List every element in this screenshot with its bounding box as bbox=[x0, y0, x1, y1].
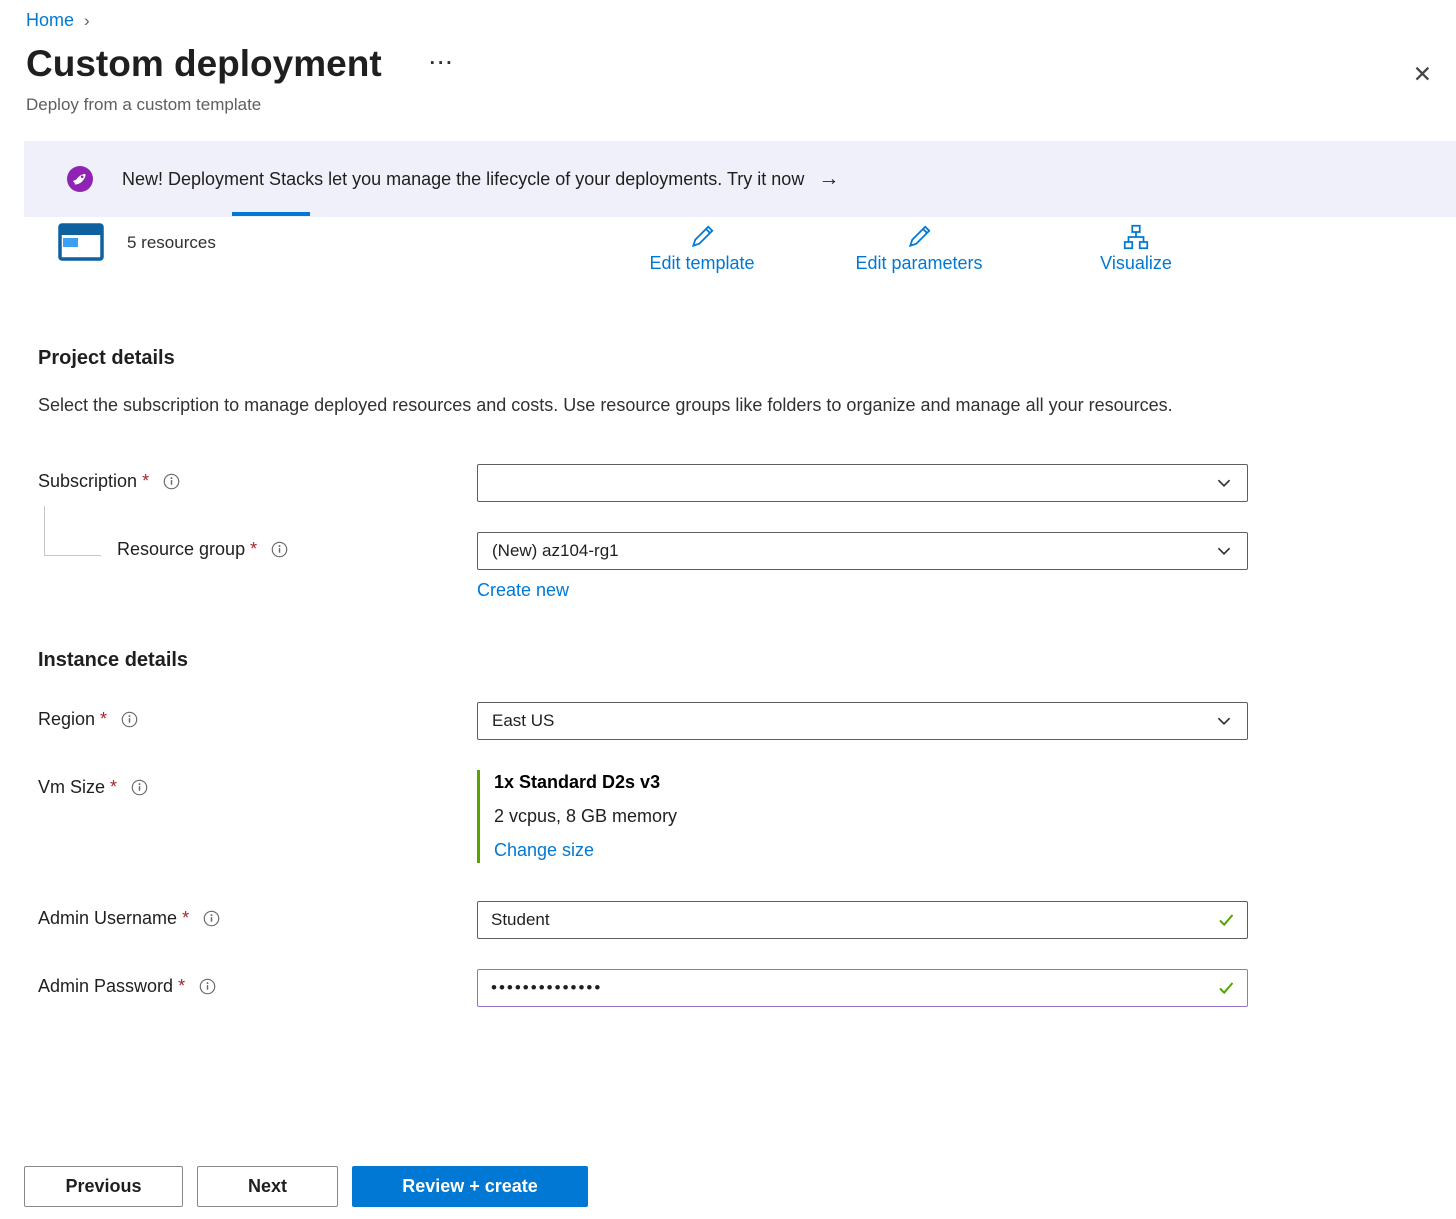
required-marker: * bbox=[178, 976, 185, 997]
label-text: Vm Size bbox=[38, 777, 105, 798]
label-text: Admin Username bbox=[38, 908, 177, 929]
visualize-button[interactable]: Visualize bbox=[1086, 221, 1186, 275]
visualize-label: Visualize bbox=[1100, 253, 1172, 274]
change-size-link[interactable]: Change size bbox=[494, 840, 594, 861]
review-create-button[interactable]: Review + create bbox=[352, 1166, 588, 1207]
vm-size-specs: 2 vcpus, 8 GB memory bbox=[494, 806, 1456, 827]
admin-password-control bbox=[477, 969, 1248, 1007]
info-icon[interactable] bbox=[203, 910, 220, 927]
admin-username-label: Admin Username* bbox=[38, 908, 220, 929]
footer-actions: Previous Next Review + create bbox=[24, 1166, 588, 1207]
admin-username-row: Admin Username* bbox=[0, 901, 1456, 939]
label-text: Resource group bbox=[117, 539, 245, 560]
region-label: Region* bbox=[38, 709, 138, 730]
close-icon[interactable]: ✕ bbox=[1407, 62, 1438, 87]
vm-size-row: Vm Size* 1x Standard D2s v3 2 vcpus, 8 G… bbox=[0, 770, 1456, 863]
dropdown-value: (New) az104-rg1 bbox=[492, 541, 619, 561]
resource-group-control: (New) az104-rg1 bbox=[477, 532, 1248, 570]
subscription-label: Subscription* bbox=[38, 471, 180, 492]
required-marker: * bbox=[142, 471, 149, 492]
banner-text: New! Deployment Stacks let you manage th… bbox=[122, 169, 804, 190]
admin-password-label: Admin Password* bbox=[38, 976, 216, 997]
rocket-icon bbox=[66, 165, 94, 193]
admin-password-input[interactable] bbox=[477, 969, 1248, 1007]
template-bar: 5 resources Edit template Edit parameter… bbox=[0, 217, 1456, 303]
vm-size-value: 1x Standard D2s v3 bbox=[494, 772, 1456, 793]
info-icon[interactable] bbox=[199, 978, 216, 995]
subscription-row: Subscription* bbox=[0, 464, 1456, 502]
edit-template-button[interactable]: Edit template bbox=[632, 221, 772, 275]
resource-group-dropdown[interactable]: (New) az104-rg1 bbox=[477, 532, 1248, 570]
resource-group-row: Resource group* (New) az104-rg1 bbox=[0, 532, 1456, 570]
edit-parameters-label: Edit parameters bbox=[855, 253, 982, 274]
pencil-icon bbox=[686, 222, 718, 252]
required-marker: * bbox=[182, 908, 189, 929]
project-details-description: Select the subscription to manage deploy… bbox=[38, 390, 1188, 422]
template-tab-remnant bbox=[232, 212, 310, 216]
required-marker: * bbox=[250, 539, 257, 560]
arrow-right-icon: → bbox=[818, 167, 839, 191]
vm-size-selection: 1x Standard D2s v3 2 vcpus, 8 GB memory … bbox=[477, 770, 1456, 863]
admin-password-row: Admin Password* bbox=[0, 969, 1456, 1007]
region-dropdown[interactable]: East US bbox=[477, 702, 1248, 740]
breadcrumb: Home › bbox=[0, 0, 1456, 31]
next-button[interactable]: Next bbox=[197, 1166, 338, 1207]
valid-check-icon bbox=[1216, 910, 1236, 935]
page-subtitle: Deploy from a custom template bbox=[26, 95, 1456, 115]
deployment-stacks-banner[interactable]: New! Deployment Stacks let you manage th… bbox=[24, 141, 1456, 217]
label-text: Subscription bbox=[38, 471, 137, 492]
label-text: Admin Password bbox=[38, 976, 173, 997]
previous-button[interactable]: Previous bbox=[24, 1166, 183, 1207]
info-icon[interactable] bbox=[271, 541, 288, 558]
chevron-down-icon bbox=[1215, 712, 1233, 730]
breadcrumb-chevron-icon: › bbox=[84, 11, 90, 31]
info-icon[interactable] bbox=[131, 779, 148, 796]
subscription-dropdown[interactable] bbox=[477, 464, 1248, 502]
admin-username-input[interactable] bbox=[477, 901, 1248, 939]
admin-username-control bbox=[477, 901, 1248, 939]
more-options-icon[interactable]: ··· bbox=[430, 53, 455, 75]
edit-template-label: Edit template bbox=[649, 253, 754, 274]
vm-size-label: Vm Size* bbox=[38, 777, 148, 798]
hierarchy-icon bbox=[1120, 222, 1152, 252]
instance-details-heading: Instance details bbox=[38, 649, 1456, 672]
dropdown-value: East US bbox=[492, 711, 554, 731]
page-title: Custom deployment bbox=[26, 43, 382, 85]
resource-group-label: Resource group* bbox=[117, 539, 288, 560]
required-marker: * bbox=[100, 709, 107, 730]
chevron-down-icon bbox=[1215, 542, 1233, 560]
edit-parameters-button[interactable]: Edit parameters bbox=[839, 221, 999, 275]
resources-count: 5 resources bbox=[127, 233, 216, 253]
template-icon bbox=[58, 223, 104, 266]
field-connector-line bbox=[44, 506, 101, 556]
chevron-down-icon bbox=[1215, 474, 1233, 492]
info-icon[interactable] bbox=[121, 711, 138, 728]
info-icon[interactable] bbox=[163, 473, 180, 490]
breadcrumb-home-link[interactable]: Home bbox=[26, 10, 74, 31]
region-control: East US bbox=[477, 702, 1248, 740]
region-row: Region* East US bbox=[0, 702, 1456, 740]
valid-check-icon bbox=[1216, 978, 1236, 1003]
project-details-heading: Project details bbox=[38, 347, 1456, 370]
required-marker: * bbox=[110, 777, 117, 798]
title-row: Custom deployment ··· bbox=[26, 43, 1456, 85]
label-text: Region bbox=[38, 709, 95, 730]
pencil-icon bbox=[903, 222, 935, 252]
subscription-control bbox=[477, 464, 1248, 502]
create-new-link[interactable]: Create new bbox=[477, 580, 569, 601]
custom-deployment-page: Home › ✕ Custom deployment ··· Deploy fr… bbox=[0, 0, 1456, 1219]
